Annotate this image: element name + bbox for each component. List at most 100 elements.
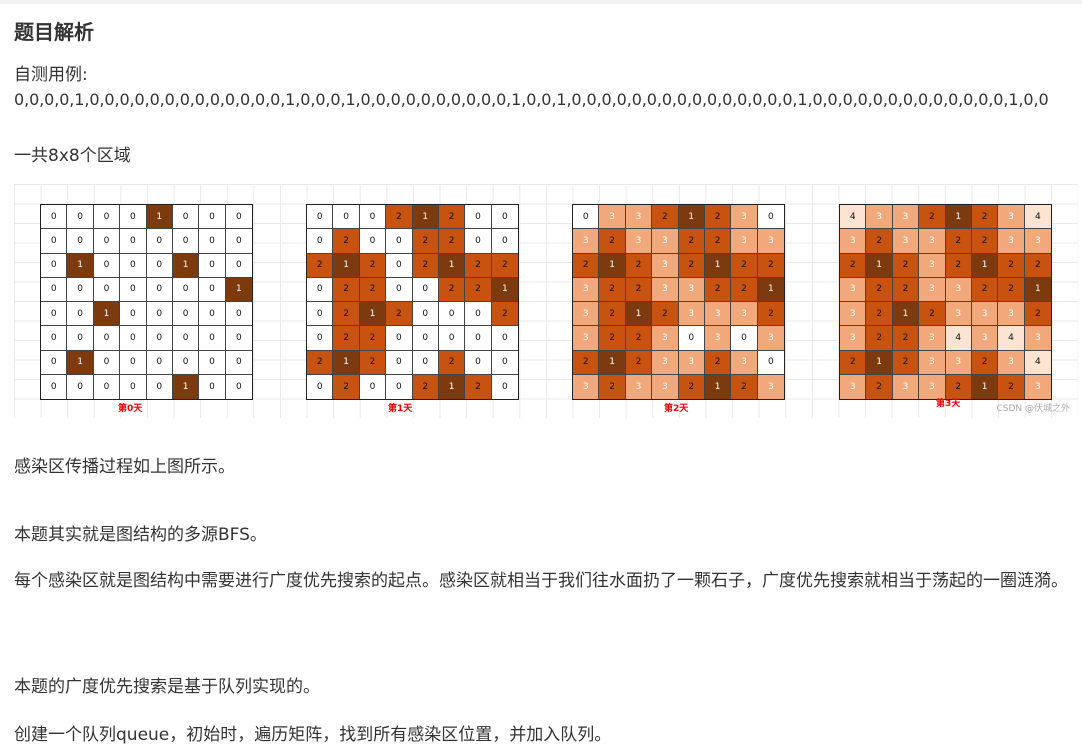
grid-cell: 0 [93,205,121,230]
grid-cell: 0 [225,253,252,278]
grid-cell: 3 [1024,229,1051,254]
grid-cell: 2 [971,277,999,302]
grid-cell: 3 [678,302,705,327]
grid-cell: 0 [41,229,68,254]
grid-cell: 3 [731,205,758,230]
grid-cell: 2 [945,253,972,278]
grid-cell: 3 [652,229,679,254]
grid-cell: 0 [67,326,94,351]
grid-cell: 2 [757,253,784,278]
grid-cell: 2 [704,205,732,230]
grid-cell: 3 [840,374,867,399]
grid-cell: 3 [919,277,946,302]
grid-cell: 1 [225,277,252,302]
grid-cell: 3 [652,277,679,302]
grid-cell: 0 [465,205,492,230]
grid-cell: 0 [757,205,784,230]
grid-cell: 4 [1024,350,1051,375]
grid-cell: 3 [625,374,653,399]
grid-cell: 2 [465,374,492,399]
grid-cell: 3 [1024,374,1051,399]
grid-cell: 2 [652,205,679,230]
grid-cell: 2 [333,374,360,399]
grid-cell: 4 [1024,205,1051,230]
grid-cell: 3 [731,302,758,327]
grid-cell: 3 [919,253,946,278]
grid-cell: 2 [386,302,413,327]
grid-cell: 3 [866,205,893,230]
grid-cell: 0 [491,205,518,230]
grid-cell: 0 [731,326,758,351]
grid-cell: 3 [731,229,758,254]
grid-cell: 3 [704,326,732,351]
grid-cell: 3 [892,229,920,254]
grid-cell: 0 [491,229,518,254]
grid-cell: 1 [93,302,121,327]
grid-cell: 0 [172,205,200,230]
grid-cell: 0 [412,302,439,327]
grid-cell: 0 [438,326,466,351]
grid-cell: 2 [704,277,732,302]
grid-cell: 3 [678,350,705,375]
test-case-sequence: 0,0,0,0,1,0,0,0,0,0,0,0,0,0,0,0,0,0,1,0,… [14,90,1049,109]
grid-cell: 2 [333,302,360,327]
grid-cell: 0 [199,326,226,351]
grid-cell: 3 [573,302,600,327]
grid-cell: 0 [199,374,226,399]
grid-cell: 3 [652,253,679,278]
grid-cell: 0 [491,326,518,351]
grid-cell: 1 [625,302,653,327]
grid-cell: 3 [652,374,679,399]
grid-cell: 2 [573,350,600,375]
grid-cell: 2 [625,277,653,302]
grid-cell: 0 [333,205,360,230]
grid-cell: 0 [386,277,413,302]
grid-cell: 3 [652,326,679,351]
grid-cell: 0 [120,302,147,327]
grid-cell: 1 [172,374,200,399]
grid-cell: 2 [333,326,360,351]
grid-cell: 3 [573,374,600,399]
grid-cell: 3 [678,277,705,302]
grid-cell: 3 [840,326,867,351]
grid-cell: 3 [892,205,920,230]
grid-cell: 2 [412,229,439,254]
grid-cell: 2 [599,302,626,327]
grid-cell: 0 [225,350,252,375]
grid-cell: 2 [359,277,387,302]
grid-cell: 0 [67,374,94,399]
grid-cell: 0 [465,350,492,375]
section-heading: 题目解析 [14,20,94,44]
grid-cell: 2 [971,205,999,230]
grid-cell: 2 [731,277,758,302]
grid-cell: 1 [866,350,893,375]
grid-cell: 0 [67,205,94,230]
paragraph-3: 每个感染区就是图结构中需要进行广度优先搜索的起点。感染区就相当于我们往水面扔了一… [14,571,1068,591]
grid-cell: 3 [757,374,784,399]
grid-cell: 2 [919,205,946,230]
grid-cell: 0 [225,205,252,230]
grid-cell: 1 [971,253,999,278]
grid-cell: 0 [465,302,492,327]
grid-cell: 0 [386,229,413,254]
grid-cell: 2 [386,205,413,230]
paragraph-4: 本题的广度优先搜索是基于队列实现的。 [14,677,320,697]
day-label-3: 第3天 [936,399,961,409]
grid-cell: 3 [998,302,1025,327]
grid-cell: 0 [199,277,226,302]
grid-cell: 0 [412,350,439,375]
grid-cell: 0 [438,302,466,327]
grid-cell: 3 [840,229,867,254]
grid-cell: 0 [386,374,413,399]
grid-day-1: 0002120002002200212021220220022102120002… [306,204,519,400]
grid-cell: 2 [840,253,867,278]
grid-cell: 2 [892,277,920,302]
grid-cell: 2 [573,253,600,278]
grid-cell: 3 [757,326,784,351]
grid-cell: 0 [120,374,147,399]
test-case-label: 自测用例: [14,65,88,85]
grid-cell: 2 [465,253,492,278]
grid-cell: 1 [704,374,732,399]
grid-cell: 0 [359,229,387,254]
grid-cell: 2 [971,229,999,254]
